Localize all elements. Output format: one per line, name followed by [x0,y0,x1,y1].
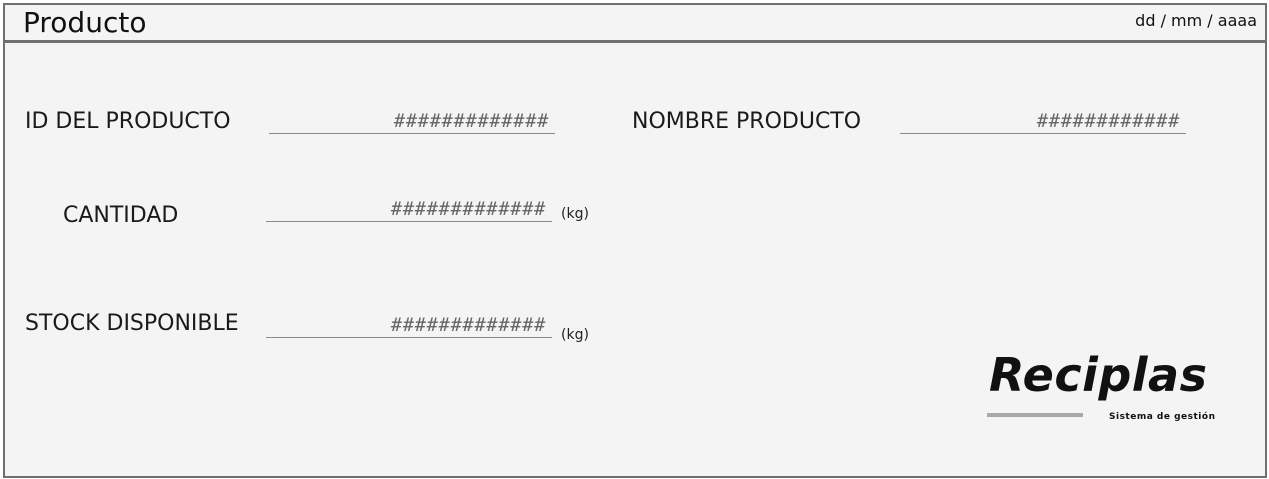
page-title: Producto [23,6,147,39]
stock-disponible-unit: (kg) [561,327,589,343]
nombre-producto-label: NOMBRE PRODUCTO [632,109,862,134]
logo-name: Reciplas [989,348,1208,402]
title-bar: Producto dd / mm / aaaa [5,5,1265,43]
cantidad-field[interactable]: ############# [266,195,552,222]
stock-disponible-value: ############# [390,314,546,336]
stock-disponible-field[interactable]: ############# [266,311,552,338]
reciplas-logo: Reciplas Sistema de gestión [985,347,1225,427]
id-producto-label: ID DEL PRODUCTO [25,109,231,134]
cantidad-value: ############# [390,198,546,220]
date-field[interactable]: dd / mm / aaaa [1135,11,1257,31]
nombre-producto-field[interactable]: ############ [900,107,1186,134]
id-producto-value: ############# [393,110,549,132]
logo-tagline: Sistema de gestión [1109,412,1216,422]
cantidad-unit: (kg) [561,206,589,222]
stock-disponible-label: STOCK DISPONIBLE [25,311,239,336]
logo-accent-bar [987,413,1083,417]
id-producto-field[interactable]: ############# [269,107,555,134]
nombre-producto-value: ############ [1036,110,1180,132]
product-form-window: Producto dd / mm / aaaa ID DEL PRODUCTO … [3,3,1267,478]
cantidad-label: CANTIDAD [63,203,179,228]
